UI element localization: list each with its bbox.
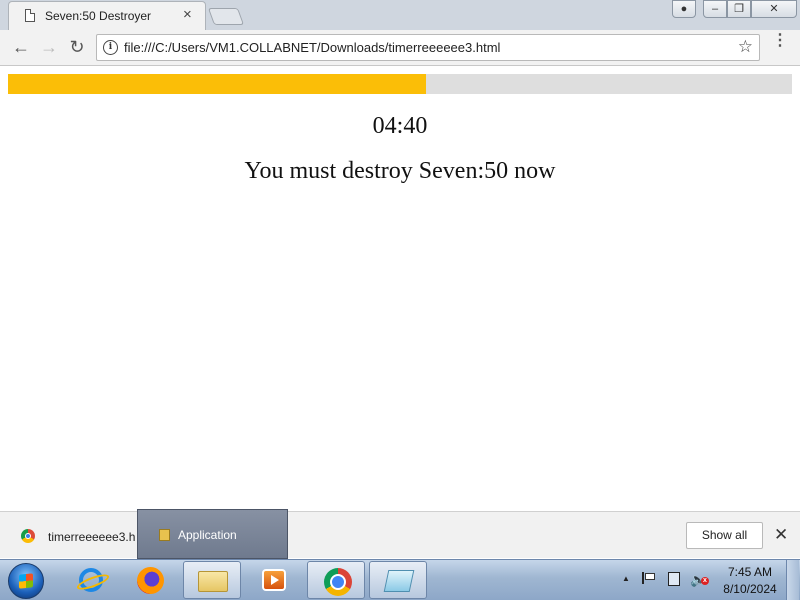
notepad-icon [383, 570, 415, 592]
taskbar-internet-explorer[interactable] [61, 561, 119, 599]
user-icon: ● [680, 3, 688, 15]
bookmark-star-icon[interactable]: ☆ [738, 37, 753, 57]
browser-toolbar: ← → ↻ i file:///C:/Users/VM1.COLLABNET/D… [0, 30, 800, 66]
windows-taskbar: ▲ 🔈 x 7:45 AM 8/10/2024 [0, 559, 800, 600]
window-close-button[interactable]: ✕ [751, 0, 797, 18]
action-center-flag-icon[interactable] [642, 572, 655, 584]
taskbar-thumbnail-tooltip[interactable]: Application [137, 509, 288, 559]
download-bar-close-button[interactable]: ✕ [774, 525, 788, 545]
info-icon[interactable]: i [103, 40, 118, 55]
taskbar-firefox[interactable] [121, 561, 179, 599]
tab-close-button[interactable]: × [183, 7, 192, 23]
profile-button[interactable]: ● [672, 0, 696, 18]
url-text[interactable]: file:///C:/Users/VM1.COLLABNET/Downloads… [124, 40, 500, 55]
show-all-button[interactable]: Show all [686, 522, 763, 549]
taskbar-chrome[interactable] [307, 561, 365, 599]
tab-active[interactable]: Seven:50 Destroyer × [8, 1, 206, 30]
clock-date[interactable]: 8/10/2024 [718, 582, 782, 596]
taskbar-media-player[interactable] [245, 561, 303, 599]
minimize-icon: – [711, 3, 719, 15]
taskbar-notepad[interactable] [369, 561, 427, 599]
forward-button[interactable]: → [38, 37, 60, 57]
countdown-progress-bar [8, 74, 792, 94]
back-button[interactable]: ← [10, 37, 32, 57]
restore-button[interactable]: ❐ [727, 0, 751, 18]
chrome-file-icon [21, 529, 35, 543]
download-item[interactable]: timerreeeeee3.h [48, 530, 135, 544]
internet-explorer-icon [79, 568, 103, 592]
page-message: You must destroy Seven:50 now [244, 158, 556, 184]
start-orb-icon[interactable] [8, 563, 44, 599]
countdown-timer: 04:40 [372, 113, 428, 139]
media-player-icon [262, 569, 286, 591]
new-tab-button[interactable] [207, 8, 245, 25]
mute-indicator-icon: x [701, 577, 709, 585]
taskbar-file-explorer[interactable] [183, 561, 241, 599]
restore-icon: ❐ [734, 3, 744, 15]
browser-tab-strip: Seven:50 Destroyer × ● – ❐ ✕ [0, 0, 800, 30]
minimize-button[interactable]: – [703, 0, 727, 18]
download-bar: timerreeeeee3.h Show all ✕ [0, 511, 800, 558]
file-explorer-icon [198, 571, 228, 592]
close-icon: ✕ [769, 3, 779, 15]
firefox-icon [137, 567, 164, 594]
address-bar[interactable]: i file:///C:/Users/VM1.COLLABNET/Downloa… [96, 34, 760, 61]
chrome-icon [324, 568, 352, 596]
show-desktop-button[interactable] [786, 560, 799, 600]
clock-time[interactable]: 7:45 AM [722, 565, 778, 579]
tooltip-label: Application [178, 528, 237, 542]
reload-button[interactable]: ↻ [66, 37, 88, 57]
progress-bar-fill [8, 74, 426, 94]
document-icon [25, 9, 35, 22]
browser-menu-button[interactable]: ⋮ [772, 33, 788, 49]
folder-icon [159, 529, 170, 541]
network-icon[interactable] [668, 572, 680, 586]
tab-title: Seven:50 Destroyer [45, 9, 152, 23]
show-hidden-icons-button[interactable]: ▲ [622, 574, 630, 583]
